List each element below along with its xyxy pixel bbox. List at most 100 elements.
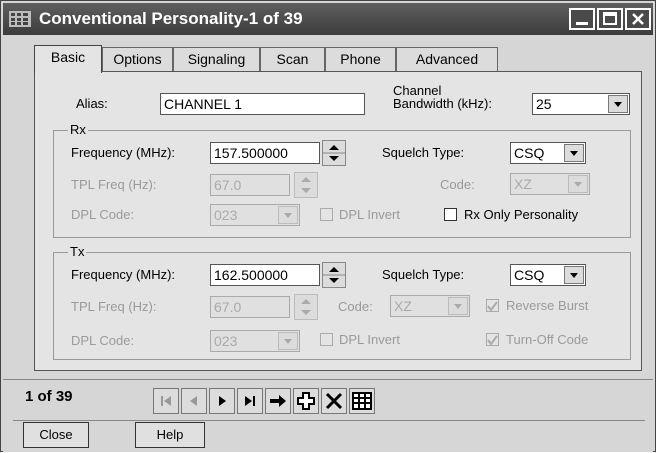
reverse-burst-label: Reverse Burst <box>506 298 589 313</box>
chevron-down-icon <box>570 273 578 278</box>
footer-bar: 1 of 39 Close Help <box>3 379 653 452</box>
tab-advanced[interactable]: Advanced <box>396 47 498 71</box>
chevron-down-icon <box>570 151 578 156</box>
tx-squelch-value: CSQ <box>514 267 545 283</box>
spin-arrows-icon <box>301 299 311 315</box>
tx-code-value: XZ <box>394 298 412 314</box>
tx-squelch-dropdown-button[interactable] <box>564 266 584 284</box>
tab-options[interactable]: Options <box>102 47 173 71</box>
delete-x-icon <box>325 392 343 410</box>
tx-dpl-label: DPL Code: <box>71 333 135 348</box>
checkmark-icon <box>487 301 498 312</box>
rx-squelch-select[interactable]: CSQ <box>510 142 586 164</box>
next-record-button[interactable] <box>209 388 235 414</box>
rx-group: Rx Frequency (MHz): 157.500000 Squelch T… <box>53 122 631 238</box>
tx-dpl-select[interactable]: 023 <box>210 330 300 352</box>
previous-record-button[interactable] <box>181 388 207 414</box>
arrow-right-icon <box>270 395 286 407</box>
rx-dpl-invert-label: DPL Invert <box>339 207 400 222</box>
spin-arrows-icon <box>323 267 345 283</box>
tx-frequency-input[interactable]: 162.500000 <box>210 264 320 286</box>
tab-signaling[interactable]: Signaling <box>173 47 260 71</box>
chevron-down-icon <box>614 102 622 107</box>
chevron-down-icon <box>574 182 582 187</box>
minimize-icon <box>576 22 588 25</box>
maximize-button[interactable] <box>597 8 623 30</box>
rx-frequency-spinner[interactable] <box>322 140 346 166</box>
chevron-down-icon <box>284 213 292 218</box>
close-window-button[interactable] <box>625 8 651 30</box>
record-counter: 1 of 39 <box>25 388 73 405</box>
bandwidth-dropdown-button[interactable] <box>608 95 628 113</box>
rx-dpl-value: 023 <box>214 207 238 223</box>
turn-off-code-label: Turn-Off Code <box>506 332 589 347</box>
delete-record-button[interactable] <box>321 388 347 414</box>
chevron-down-icon <box>284 339 292 344</box>
next-record-icon <box>219 396 226 406</box>
last-record-icon <box>245 396 255 406</box>
tx-frequency-label: Frequency (MHz): <box>71 267 176 282</box>
reverse-burst-checkbox[interactable] <box>486 299 499 312</box>
bandwidth-label: Channel Bandwidth (kHz): <box>393 84 492 110</box>
previous-record-icon <box>190 396 197 406</box>
maximize-icon <box>603 12 617 25</box>
rx-only-label: Rx Only Personality <box>464 207 579 222</box>
rx-dpl-dropdown-button[interactable] <box>278 206 298 224</box>
tab-scan[interactable]: Scan <box>260 47 325 71</box>
basic-tab-panel: Alias: CHANNEL 1 Channel Bandwidth (kHz)… <box>34 71 642 371</box>
close-button[interactable]: Close <box>23 422 89 448</box>
plus-icon <box>297 392 315 410</box>
alias-input[interactable]: CHANNEL 1 <box>160 93 365 115</box>
help-button[interactable]: Help <box>135 422 205 448</box>
spin-arrows-icon <box>301 177 311 193</box>
spin-arrows-icon <box>323 145 345 161</box>
rx-code-select[interactable]: XZ <box>510 173 590 195</box>
tx-group-title: Tx <box>68 244 87 259</box>
tx-tpl-input[interactable]: 67.0 <box>210 296 290 318</box>
rx-tpl-label: TPL Freq (Hz): <box>71 177 157 192</box>
tx-squelch-label: Squelch Type: <box>382 267 465 282</box>
rx-dpl-invert-checkbox[interactable] <box>320 208 333 221</box>
last-record-button[interactable] <box>237 388 263 414</box>
tx-group: Tx Frequency (MHz): 162.500000 Squelch T… <box>53 244 631 360</box>
footer-divider <box>13 420 645 421</box>
title-bar[interactable]: Conventional Personality-1 of 39 <box>3 3 653 35</box>
tab-basic[interactable]: Basic <box>34 45 102 73</box>
rx-frequency-label: Frequency (MHz): <box>71 145 176 160</box>
tx-tpl-label: TPL Freq (Hz): <box>71 299 157 314</box>
first-record-icon <box>161 396 171 406</box>
bandwidth-label-line2: Bandwidth (kHz): <box>393 96 492 111</box>
tx-squelch-select[interactable]: CSQ <box>510 264 586 286</box>
rx-frequency-input[interactable]: 157.500000 <box>210 142 320 164</box>
bandwidth-select[interactable]: 25 <box>532 93 630 115</box>
rx-tpl-spinner[interactable] <box>294 172 318 198</box>
tx-code-dropdown-button[interactable] <box>448 297 468 315</box>
tx-dpl-invert-checkbox[interactable] <box>320 333 333 346</box>
grid-app-icon <box>9 11 31 27</box>
tab-phone[interactable]: Phone <box>325 47 396 71</box>
bandwidth-value: 25 <box>536 96 552 112</box>
tx-code-select[interactable]: XZ <box>390 295 470 317</box>
tx-tpl-spinner[interactable] <box>294 294 318 320</box>
window-title: Conventional Personality-1 of 39 <box>39 9 303 28</box>
first-record-button[interactable] <box>153 388 179 414</box>
checkmark-icon <box>487 335 498 346</box>
rx-squelch-value: CSQ <box>514 145 545 161</box>
rx-code-dropdown-button[interactable] <box>568 175 588 193</box>
tx-dpl-dropdown-button[interactable] <box>278 332 298 350</box>
table-grid-icon <box>352 392 372 410</box>
tx-frequency-spinner[interactable] <box>322 262 346 288</box>
minimize-button[interactable] <box>569 8 595 30</box>
rx-dpl-label: DPL Code: <box>71 207 135 222</box>
rx-squelch-label: Squelch Type: <box>382 145 465 160</box>
table-view-button[interactable] <box>349 388 375 414</box>
rx-tpl-input[interactable]: 67.0 <box>210 174 290 196</box>
rx-code-label: Code: <box>440 177 475 192</box>
add-record-button[interactable] <box>293 388 319 414</box>
close-icon <box>632 13 644 25</box>
rx-only-checkbox[interactable] <box>444 208 457 221</box>
rx-squelch-dropdown-button[interactable] <box>564 144 584 162</box>
rx-dpl-select[interactable]: 023 <box>210 204 300 226</box>
go-to-record-button[interactable] <box>265 388 291 414</box>
turn-off-code-checkbox[interactable] <box>486 333 499 346</box>
